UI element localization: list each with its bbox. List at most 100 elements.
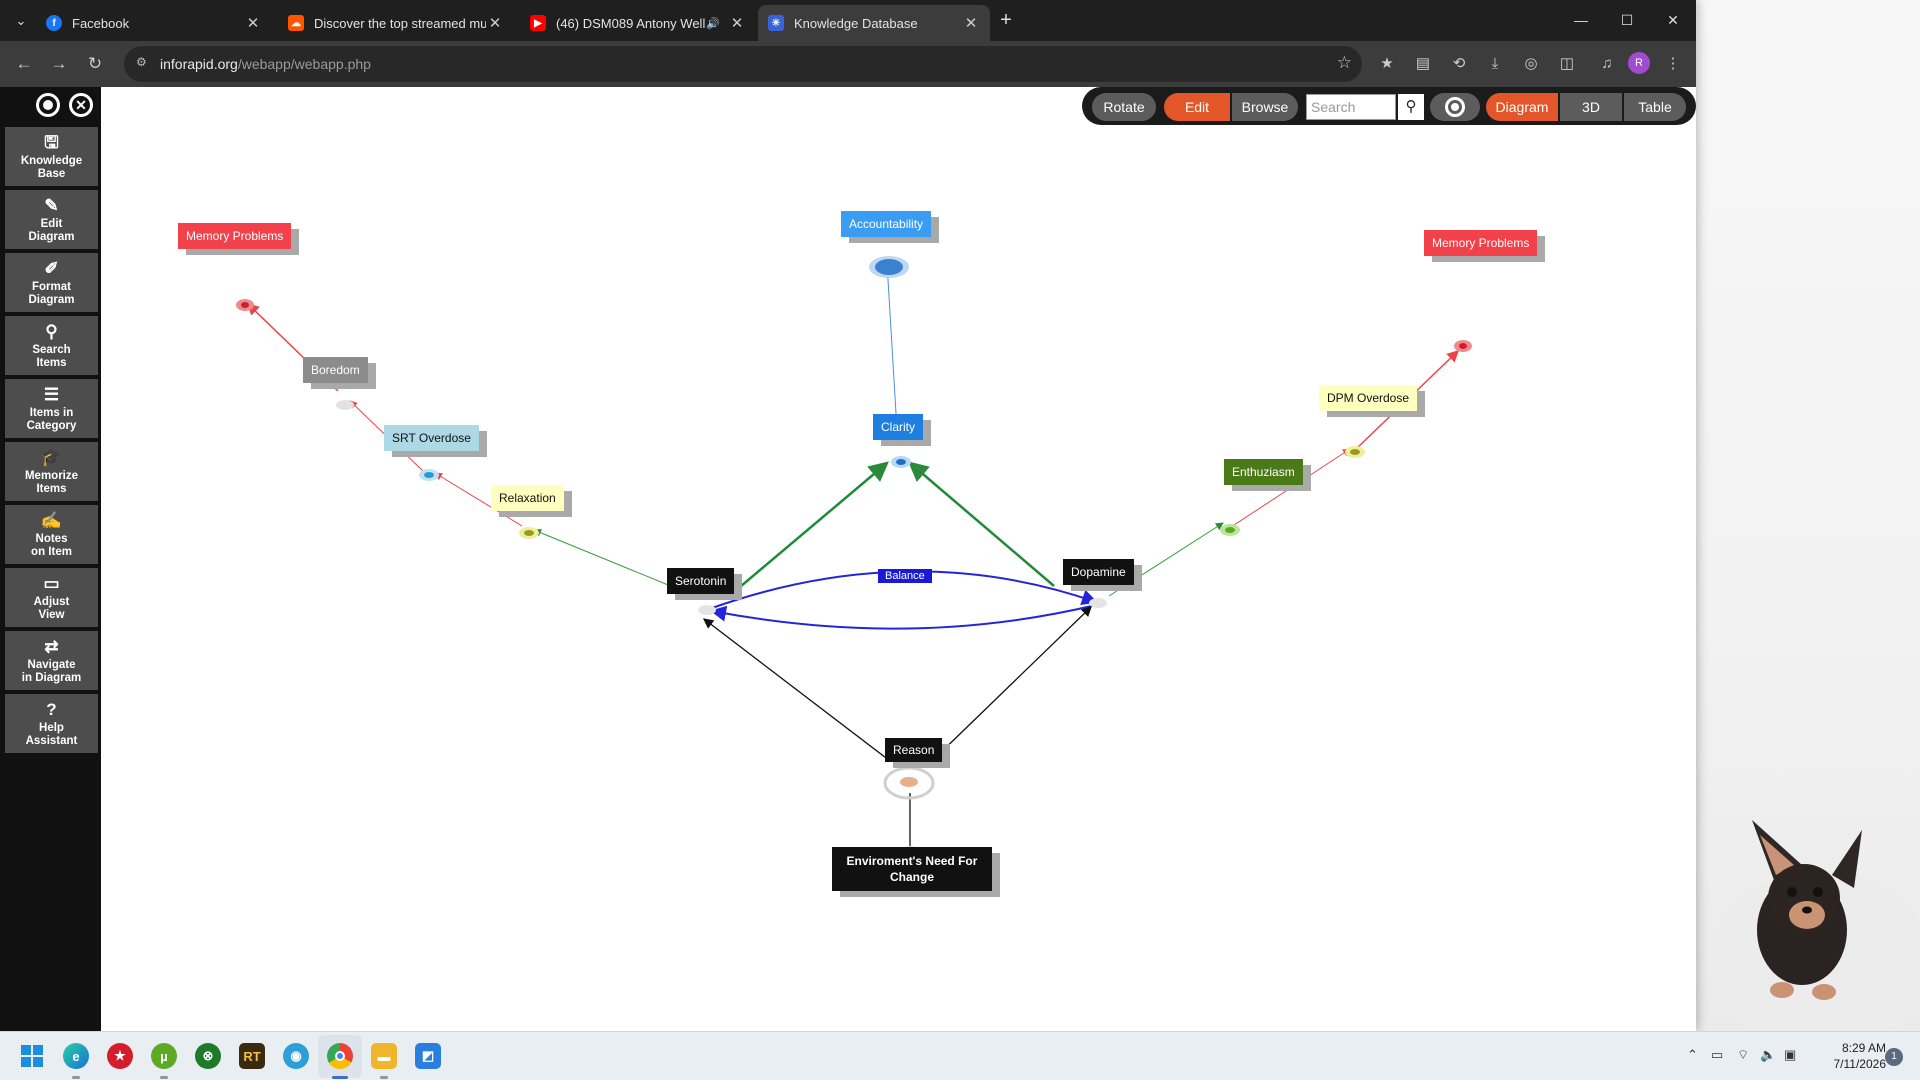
target-icon[interactable] — [36, 93, 60, 117]
reload-icon[interactable]: ↻ — [82, 51, 108, 77]
chrome-icon[interactable] — [327, 1043, 353, 1069]
sidebar-items-in-category-button[interactable]: ☰ Items in Category — [5, 379, 98, 438]
sidebar-notes-on-item-button[interactable]: ✍ Notes on Item — [5, 505, 98, 564]
graduation-cap-icon: 🎓 — [40, 448, 63, 467]
pencil-icon: ✎ — [44, 196, 59, 215]
audio-playing-icon[interactable]: 🔊 — [706, 17, 720, 30]
back-icon[interactable]: ← — [11, 51, 37, 77]
volume-icon[interactable]: 🔈 — [1760, 1047, 1776, 1063]
node-accountability[interactable]: Accountability — [841, 211, 932, 237]
bookmark-star-icon[interactable]: ☆ — [1337, 53, 1352, 73]
maximize-icon[interactable]: ☐ — [1604, 6, 1650, 34]
sidebar-search-items-button[interactable]: ⚲ Search Items — [5, 316, 98, 375]
node-memory-problems-left[interactable]: Memory Problems — [178, 223, 292, 249]
running-indicator — [72, 1076, 80, 1079]
search-input[interactable]: Search — [1306, 94, 1396, 120]
utorrent-icon[interactable]: µ — [151, 1043, 177, 1069]
reading-list-icon[interactable]: ▤ — [1410, 51, 1436, 77]
center-target-icon[interactable] — [1430, 93, 1480, 121]
node-environments-need-for-change[interactable]: Enviroment's Need For Change — [832, 847, 992, 891]
edge-dopamine-clarity — [908, 461, 1055, 587]
close-window-icon[interactable]: ✕ — [1650, 6, 1696, 34]
edge-serotonin-clarity — [733, 461, 889, 593]
close-tab-icon[interactable]: ✕ — [486, 14, 504, 32]
reader-mode-icon[interactable]: ◫ — [1554, 51, 1580, 77]
tab-knowledge-database[interactable]: ✳ Knowledge Database ✕ — [758, 5, 990, 41]
node-clarity[interactable]: Clarity — [873, 414, 924, 440]
sidebar-memorize-items-button[interactable]: 🎓 Memorize Items — [5, 442, 98, 501]
edge-label-balance[interactable]: Balance — [878, 569, 932, 583]
browser-toolbar: ← → ↻ ⚙ inforapid.org/webapp/webapp.php … — [0, 41, 1696, 87]
windows-taskbar: e ★ µ ⊗ RT ◉ ▬ ◩ ⌃ ▭ ⌔ 🔈 ▣ 8:29 AM 7/11/… — [0, 1031, 1920, 1080]
tab-search-menu-icon[interactable]: ⌄ — [10, 10, 32, 32]
system-clock[interactable]: 8:29 AM 7/11/2026 — [1806, 1040, 1887, 1072]
bookmarks-icon[interactable]: ★ — [1374, 51, 1400, 77]
node-relaxation[interactable]: Relaxation — [491, 485, 564, 511]
close-tab-icon[interactable]: ✕ — [244, 14, 262, 32]
url-host: inforapid.org — [160, 56, 238, 72]
tab-youtube[interactable]: ▶ (46) DSM089 Antony Well 🔊 ✕ — [520, 5, 756, 41]
sidebar-edit-diagram-button[interactable]: ✎ Edit Diagram — [5, 190, 98, 249]
close-tab-icon[interactable]: ✕ — [728, 14, 746, 32]
tab-title: (46) DSM089 Antony Well — [556, 15, 706, 31]
profile-avatar[interactable]: R — [1628, 52, 1650, 74]
sidebar-help-assistant-button[interactable]: ? Help Assistant — [5, 694, 98, 753]
node-label-line2: Change — [889, 870, 934, 884]
node-dpm-overdose[interactable]: DPM Overdose — [1319, 385, 1418, 411]
browse-button[interactable]: Browse — [1232, 93, 1298, 121]
close-circle-icon[interactable]: ✕ — [69, 93, 93, 117]
help-icon: ? — [46, 700, 57, 719]
search-icon[interactable]: ⚲ — [1398, 94, 1424, 120]
screenshot-icon[interactable]: ◎ — [1518, 51, 1544, 77]
download-icon[interactable]: ⤓ — [1482, 51, 1508, 77]
node-reason[interactable]: Reason — [885, 738, 943, 762]
sidebar-adjust-view-button[interactable]: ▭ Adjust View — [5, 568, 98, 627]
node-memory-problems-right[interactable]: Memory Problems — [1424, 230, 1538, 256]
app-red-icon[interactable]: ★ — [107, 1043, 133, 1069]
media-control-icon[interactable]: ♫ — [1594, 51, 1620, 77]
minimize-icon[interactable]: — — [1558, 6, 1604, 34]
node-serotonin[interactable]: Serotonin — [667, 568, 735, 594]
sidebar-navigate-in-diagram-button[interactable]: ⇄ Navigate in Diagram — [5, 631, 98, 690]
site-info-icon[interactable]: ⚙ — [136, 55, 147, 69]
photos-icon[interactable]: ◩ — [415, 1043, 441, 1069]
address-bar[interactable]: ⚙ inforapid.org/webapp/webapp.php ☆ — [124, 46, 1362, 82]
forward-icon[interactable]: → — [46, 51, 72, 77]
node-boredom[interactable]: Boredom — [303, 357, 368, 383]
rt3-icon[interactable]: RT — [239, 1043, 265, 1069]
menu-icon[interactable]: ⋮ — [1660, 51, 1686, 77]
save-icon: 🖫 — [44, 133, 59, 152]
rotate-button[interactable]: Rotate — [1092, 93, 1156, 121]
url-path: /webapp/webapp.php — [237, 56, 371, 72]
arrows-icon: ⇄ — [44, 637, 59, 656]
close-tab-icon[interactable]: ✕ — [962, 14, 980, 32]
web-content: ✕ 🖫 Knowledge Base ✎ Edit Diagram ✐ Format Dia… — [0, 87, 1696, 1031]
sidebar-knowledge-base-button[interactable]: 🖫 Knowledge Base — [5, 127, 98, 186]
tab-facebook[interactable]: f Facebook ✕ — [36, 5, 272, 41]
node-dopamine[interactable]: Dopamine — [1063, 559, 1134, 585]
chevron-up-icon[interactable]: ⌃ — [1687, 1047, 1698, 1063]
history-icon[interactable]: ⟲ — [1446, 51, 1472, 77]
knowledge-diagram[interactable]: Memory Problems Boredom SRT Overdose Rel… — [101, 87, 1696, 1031]
globe-icon[interactable]: ◉ — [283, 1043, 309, 1069]
node-srt-overdose[interactable]: SRT Overdose — [384, 425, 479, 451]
xbox-icon[interactable]: ⊗ — [195, 1043, 221, 1069]
battery-icon[interactable]: ▣ — [1784, 1047, 1796, 1063]
edit-button[interactable]: Edit — [1164, 93, 1230, 121]
notes-icon: ✍ — [40, 511, 63, 530]
table-view-button[interactable]: Table — [1624, 93, 1686, 121]
tab-soundcloud[interactable]: ☁ Discover the top streamed mus ✕ — [278, 5, 514, 41]
sidebar-format-diagram-button[interactable]: ✐ Format Diagram — [5, 253, 98, 312]
tab-title: Knowledge Database — [794, 15, 918, 31]
node-enthuziasm[interactable]: Enthuziasm — [1224, 459, 1303, 485]
search-icon: ⚲ — [45, 322, 58, 341]
3d-view-button[interactable]: 3D — [1560, 93, 1622, 121]
new-tab-button[interactable]: + — [994, 8, 1018, 32]
file-explorer-icon[interactable]: ▬ — [371, 1043, 397, 1069]
notification-badge[interactable]: 1 — [1885, 1048, 1903, 1066]
windows-start-icon[interactable] — [19, 1043, 45, 1069]
edge-icon[interactable]: e — [63, 1043, 89, 1069]
diagram-view-button[interactable]: Diagram — [1486, 93, 1558, 121]
display-icon[interactable]: ▭ — [1711, 1047, 1723, 1063]
wifi-icon[interactable]: ⌔ — [1737, 1047, 1749, 1063]
